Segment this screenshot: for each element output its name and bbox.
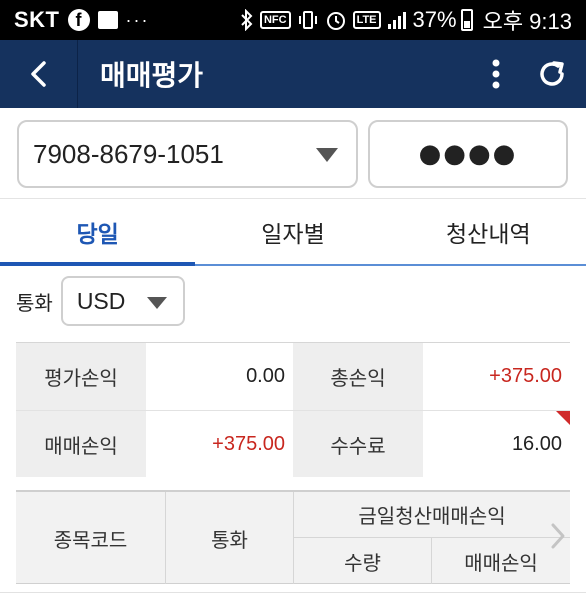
summary-row: 매매손익 +375.00 수수료 16.00 [16, 410, 570, 477]
tab-today[interactable]: 당일 [0, 199, 196, 266]
note-marker-icon[interactable] [556, 411, 570, 425]
back-button[interactable] [0, 40, 78, 108]
tab-by-date[interactable]: 일자별 [195, 199, 390, 264]
currency-value: USD [76, 287, 126, 314]
chevron-down-icon [146, 297, 167, 309]
eval-pl-value: 0.00 [146, 343, 293, 410]
summary-row: 평가손익 0.00 총손익 +375.00 [16, 343, 570, 410]
nfc-icon: NFC [259, 11, 291, 29]
fee-label-cell: 수수료 [293, 411, 423, 477]
eval-pl-label: 평가손익 [16, 343, 146, 410]
fee-value-cell: 16.00 [423, 411, 570, 477]
account-row: 7908-8679-1051 ●●●● [0, 108, 586, 198]
carrier-label: SKT [14, 7, 60, 32]
bluetooth-icon [240, 9, 254, 31]
password-mask: ●●●● [418, 139, 518, 169]
currency-select[interactable]: USD [60, 276, 185, 326]
clock: 오후 9:13 [482, 9, 572, 34]
fee-value: 16.00 [511, 432, 562, 455]
chevron-left-icon [30, 61, 46, 87]
alarm-icon [325, 9, 347, 31]
lte-icon: LTE [352, 11, 381, 29]
divider [0, 592, 586, 593]
app-header: 매매평가 [0, 40, 586, 108]
password-field[interactable]: ●●●● [368, 120, 568, 188]
battery-icon [460, 9, 473, 31]
account-select[interactable]: 7908-8679-1051 [17, 120, 358, 188]
column-header-currency: 통화 [166, 492, 294, 584]
facebook-icon: f [67, 9, 90, 31]
trade-pl-label: 매매손익 [16, 411, 146, 477]
total-pl-value: +375.00 [423, 343, 570, 410]
more-menu-button[interactable] [470, 40, 522, 108]
currency-label: 통화 [16, 290, 53, 315]
column-header-code: 종목코드 [16, 492, 166, 584]
status-bar: SKT f ··· NFC LTE 37% 오후 9:13 [0, 0, 586, 40]
total-pl-label: 총손익 [293, 343, 423, 410]
chevron-right-icon [551, 523, 565, 549]
detail-table-header: 종목코드 통화 금일청산매매손익 수량 매매손익 [16, 490, 570, 584]
more-vertical-icon [492, 59, 500, 89]
currency-row: 통화 USD [0, 266, 586, 336]
battery-percent: 37% [412, 7, 457, 32]
summary-table: 평가손익 0.00 총손익 +375.00 매매손익 +375.00 수수료 1… [16, 342, 570, 477]
column-header-quantity: 수량 [294, 538, 432, 584]
chevron-down-icon [316, 148, 338, 162]
refresh-icon [540, 61, 564, 86]
status-indicators: NFC LTE 37% 오후 9:13 [240, 4, 572, 36]
refresh-button[interactable] [522, 40, 582, 108]
column-group-today-settled-pl: 금일청산매매손익 [294, 492, 570, 538]
note-icon [97, 11, 118, 29]
tab-bar: 당일 일자별 청산내역 [0, 198, 586, 266]
scroll-right-button[interactable] [544, 520, 572, 552]
tab-settlement-history[interactable]: 청산내역 [391, 199, 586, 264]
page-title: 매매평가 [100, 59, 204, 92]
vibrate-icon [297, 10, 319, 30]
trade-pl-value: +375.00 [146, 411, 293, 477]
signal-icon [387, 10, 407, 30]
account-number: 7908-8679-1051 [33, 138, 224, 169]
fee-label: 수수료 [330, 433, 386, 458]
more-notifications-icon: ··· [125, 9, 150, 30]
